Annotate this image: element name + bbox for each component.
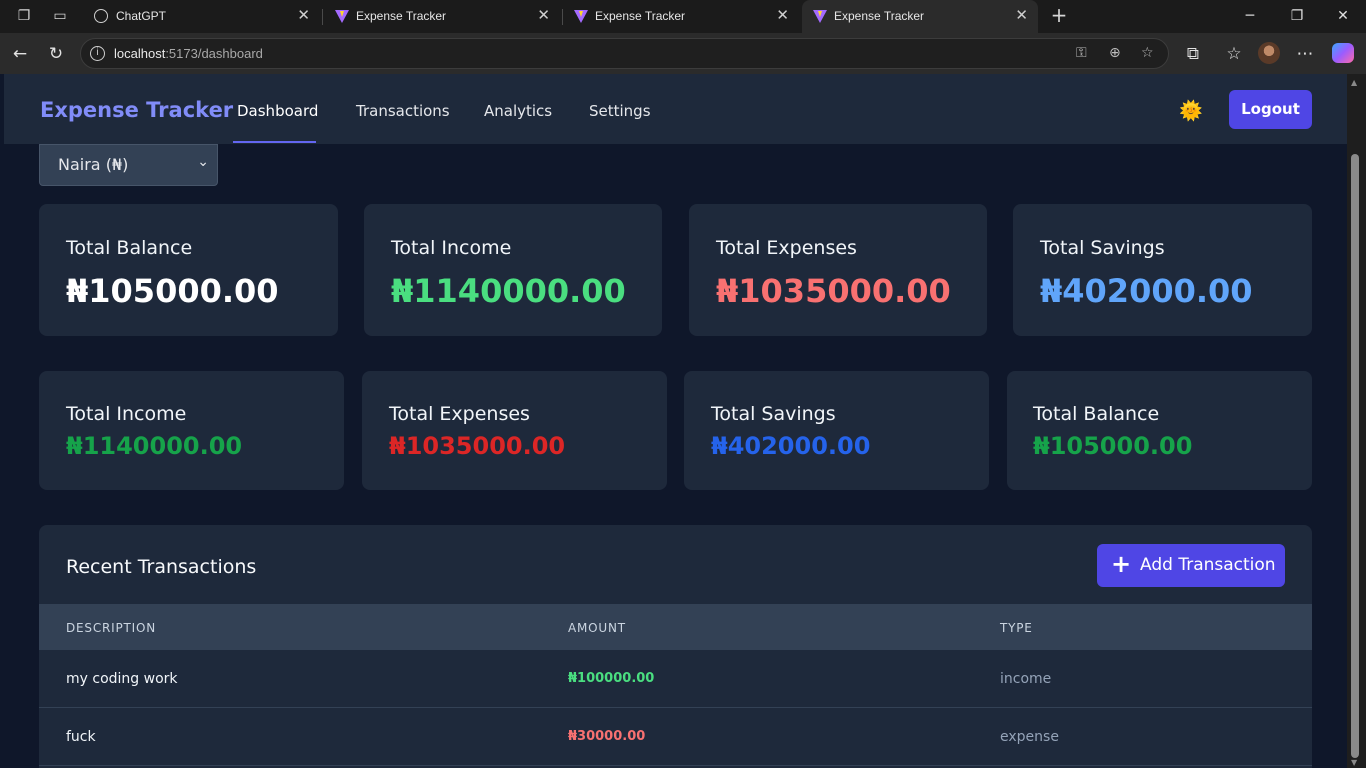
transaction-amount: ₦30000.00 [568, 729, 646, 744]
add-transaction-label: Add Transaction [1140, 555, 1276, 575]
currency-select[interactable]: Naira (₦) ⌄ [39, 144, 218, 186]
logout-button[interactable]: Logout [1229, 90, 1312, 129]
add-transaction-button[interactable]: + Add Transaction [1097, 544, 1285, 587]
scrollbar-thumb[interactable] [1351, 154, 1359, 758]
favorites-icon[interactable]: ☆ [1223, 43, 1245, 65]
theme-toggle-sun-icon[interactable]: 🌞 [1179, 99, 1203, 122]
column-header-description: DESCRIPTION [66, 621, 157, 635]
chatgpt-icon [94, 9, 108, 23]
card-label: Total Savings [711, 403, 836, 425]
tab-actions-icon[interactable]: ▭ [50, 6, 70, 26]
card-label: Total Income [66, 403, 187, 425]
browser-tab-strip: ❐ ▭ ChatGPT ✕ Expense Tracker ✕ Expense … [0, 0, 1366, 33]
zoom-icon[interactable]: ⊕ [1109, 45, 1121, 61]
tab-title: Expense Tracker [595, 9, 686, 23]
card-label: Total Savings [1040, 237, 1165, 259]
nav-link-analytics[interactable]: Analytics [484, 102, 552, 120]
vite-icon [574, 10, 588, 23]
nav-link-settings[interactable]: Settings [589, 102, 651, 120]
transaction-type: expense [1000, 729, 1059, 745]
profile-avatar[interactable] [1258, 42, 1280, 64]
card-label: Total Balance [66, 237, 193, 259]
workspaces-icon[interactable]: ❐ [14, 6, 34, 26]
summary-card-income: Total Income ₦1140000.00 [364, 204, 662, 336]
summary-card-expenses-secondary: Total Expenses ₦1035000.00 [362, 371, 667, 490]
close-tab-icon[interactable]: ✕ [537, 6, 550, 24]
browser-tab-chatgpt[interactable]: ChatGPT ✕ [84, 0, 320, 33]
extensions-icon[interactable]: ⧉ [1182, 43, 1204, 65]
url-host: localhost [114, 46, 166, 61]
browser-tab-expense-tracker-1[interactable]: Expense Tracker ✕ [324, 0, 560, 33]
card-label: Total Income [391, 237, 512, 259]
table-row[interactable]: fuck ₦30000.00 expense [39, 708, 1312, 766]
table-header: DESCRIPTION AMOUNT TYPE [39, 604, 1312, 650]
summary-card-balance: Total Balance ₦105000.00 [39, 204, 338, 336]
close-tab-icon[interactable]: ✕ [297, 6, 310, 24]
new-tab-button[interactable]: + [1047, 4, 1071, 28]
transaction-amount: ₦100000.00 [568, 671, 655, 686]
chevron-down-icon: ⌄ [197, 154, 209, 170]
key-icon[interactable]: ⚿ [1076, 45, 1087, 61]
column-header-amount: AMOUNT [568, 621, 626, 635]
site-info-icon[interactable]: i [90, 46, 105, 61]
active-nav-indicator [233, 141, 316, 143]
card-amount: ₦1035000.00 [389, 432, 566, 460]
summary-card-savings-secondary: Total Savings ₦402000.00 [684, 371, 989, 490]
tab-title: ChatGPT [116, 9, 167, 23]
nav-link-dashboard[interactable]: Dashboard [237, 102, 318, 120]
summary-card-balance-secondary: Total Balance ₦105000.00 [1007, 371, 1312, 490]
plus-icon: + [1111, 550, 1132, 578]
recent-transactions-panel: Recent Transactions + Add Transaction DE… [39, 525, 1312, 768]
scroll-up-icon[interactable]: ▲ [1351, 78, 1357, 87]
card-amount: ₦105000.00 [1033, 432, 1193, 460]
card-amount: ₦1140000.00 [66, 432, 243, 460]
card-amount: ₦402000.00 [1040, 272, 1253, 310]
app-navbar: Expense Tracker Dashboard Transactions A… [4, 74, 1347, 144]
card-amount: ₦105000.00 [66, 272, 279, 310]
url-path: :5173/dashboard [165, 46, 263, 61]
recent-transactions-title: Recent Transactions [66, 556, 257, 578]
currency-selected-value: Naira (₦) [58, 155, 129, 174]
transaction-description: fuck [66, 729, 96, 745]
card-amount: ₦1035000.00 [716, 272, 951, 310]
summary-card-expenses: Total Expenses ₦1035000.00 [689, 204, 987, 336]
card-amount: ₦402000.00 [711, 432, 871, 460]
restore-icon[interactable]: ❐ [1284, 6, 1310, 26]
page-scrollbar[interactable]: ▲ ▼ [1347, 74, 1366, 768]
refresh-icon[interactable]: ↻ [45, 43, 67, 65]
scroll-down-icon[interactable]: ▼ [1351, 758, 1357, 767]
vite-icon [813, 10, 827, 23]
browser-toolbar: ← ↻ i localhost:5173/dashboard ⚿ ⊕ ☆ ⧉ ☆… [0, 33, 1366, 74]
minimize-icon[interactable]: ─ [1237, 6, 1263, 26]
summary-card-savings: Total Savings ₦402000.00 [1013, 204, 1312, 336]
back-icon[interactable]: ← [9, 43, 31, 65]
vite-icon [335, 10, 349, 23]
copilot-icon[interactable] [1332, 43, 1354, 63]
more-menu-icon[interactable]: ⋯ [1294, 43, 1316, 65]
close-tab-icon[interactable]: ✕ [1015, 6, 1028, 24]
tab-title: Expense Tracker [834, 9, 925, 23]
card-label: Total Expenses [389, 403, 530, 425]
browser-tab-expense-tracker-2[interactable]: Expense Tracker ✕ [563, 0, 799, 33]
brand-logo[interactable]: Expense Tracker [40, 98, 233, 122]
favorite-star-icon[interactable]: ☆ [1141, 45, 1154, 61]
card-label: Total Balance [1033, 403, 1160, 425]
address-bar[interactable]: i localhost:5173/dashboard ⚿ ⊕ ☆ [80, 38, 1169, 69]
transaction-description: my coding work [66, 671, 178, 687]
nav-link-transactions[interactable]: Transactions [356, 102, 450, 120]
tab-title: Expense Tracker [356, 9, 447, 23]
card-amount: ₦1140000.00 [391, 272, 626, 310]
card-label: Total Expenses [716, 237, 857, 259]
close-tab-icon[interactable]: ✕ [776, 6, 789, 24]
close-window-icon[interactable]: ✕ [1330, 6, 1356, 26]
url-text[interactable]: localhost:5173/dashboard [114, 46, 263, 61]
column-header-type: TYPE [1000, 621, 1033, 635]
app-page: Expense Tracker Dashboard Transactions A… [4, 74, 1347, 768]
summary-card-income-secondary: Total Income ₦1140000.00 [39, 371, 344, 490]
browser-tab-expense-tracker-active[interactable]: Expense Tracker ✕ [802, 0, 1038, 33]
table-row[interactable]: my coding work ₦100000.00 income [39, 650, 1312, 708]
transaction-type: income [1000, 671, 1052, 687]
